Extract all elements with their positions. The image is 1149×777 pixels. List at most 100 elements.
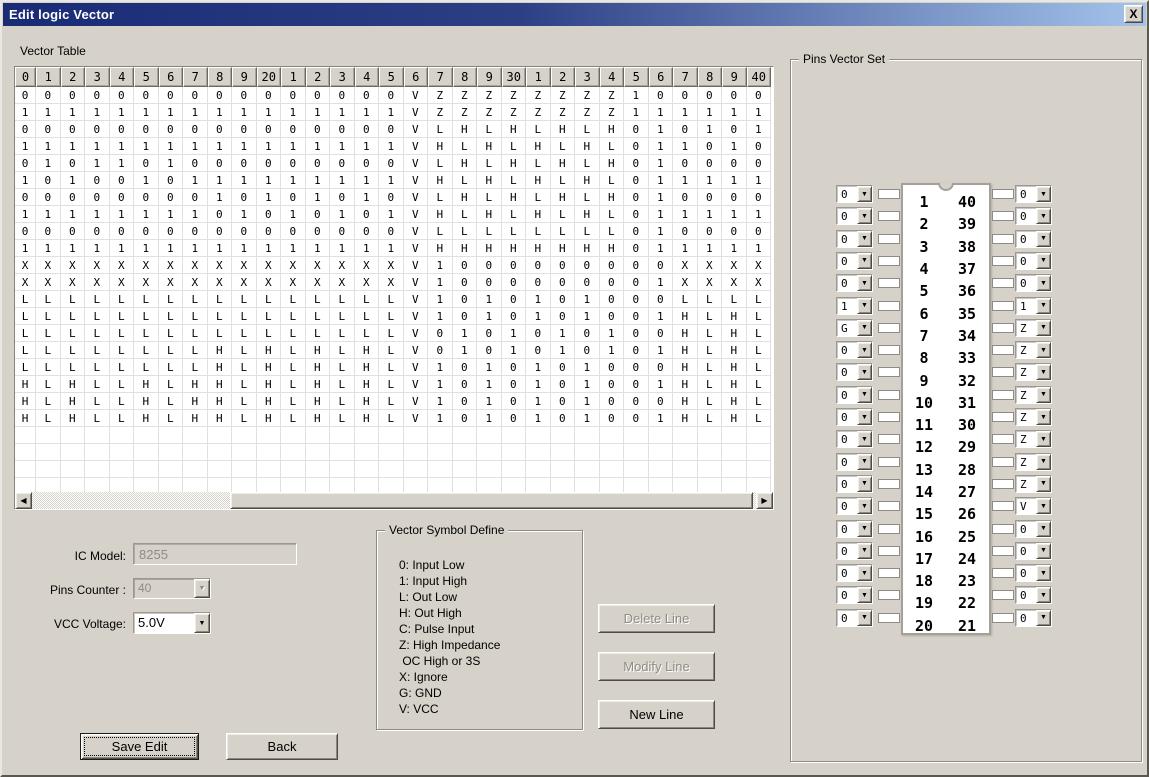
column-header[interactable]: 3 — [330, 67, 355, 87]
vector-cell[interactable]: 0 — [624, 359, 649, 376]
vector-cell[interactable]: Z — [453, 104, 478, 121]
vector-cell[interactable]: L — [15, 342, 36, 359]
vector-cell[interactable]: X — [306, 274, 331, 291]
vector-cell[interactable]: 0 — [306, 206, 331, 223]
dropdown-arrow-icon[interactable]: ▼ — [857, 498, 872, 514]
vector-cell[interactable]: L — [85, 359, 110, 376]
vector-cell[interactable]: L — [698, 410, 723, 427]
vector-cell[interactable]: V — [404, 240, 429, 257]
vector-cell[interactable]: L — [159, 410, 184, 427]
vector-cell[interactable]: 1 — [453, 342, 478, 359]
dropdown-arrow-icon[interactable]: ▼ — [1036, 454, 1051, 470]
vector-cell[interactable]: 1 — [722, 138, 747, 155]
vector-cell[interactable]: L — [502, 172, 527, 189]
vector-cell[interactable]: 0 — [624, 155, 649, 172]
vector-cell[interactable]: 0 — [502, 393, 527, 410]
vector-cell[interactable]: H — [453, 155, 478, 172]
vector-cell[interactable]: 0 — [624, 240, 649, 257]
pin-combo-right-34[interactable]: Z▼ — [1015, 319, 1052, 337]
vector-cell[interactable]: L — [183, 291, 208, 308]
vector-cell[interactable]: 1 — [698, 206, 723, 223]
vector-cell[interactable]: L — [134, 342, 159, 359]
vector-cell[interactable]: H — [526, 206, 551, 223]
vector-cell[interactable]: X — [110, 257, 135, 274]
vector-cell[interactable]: 0 — [134, 87, 159, 104]
vector-cell[interactable]: 1 — [159, 155, 184, 172]
vector-cell[interactable]: 0 — [673, 223, 698, 240]
vector-cell[interactable]: 1 — [281, 240, 306, 257]
vector-cell[interactable]: X — [183, 257, 208, 274]
vector-cell[interactable]: 0 — [649, 87, 674, 104]
vector-cell[interactable]: X — [673, 274, 698, 291]
vector-cell[interactable]: Z — [551, 87, 576, 104]
dropdown-arrow-icon[interactable]: ▼ — [1036, 342, 1051, 358]
column-header[interactable]: 6 — [649, 67, 674, 87]
vector-cell[interactable]: 1 — [355, 189, 380, 206]
vector-cell[interactable]: H — [15, 376, 36, 393]
dropdown-arrow-icon[interactable]: ▼ — [1036, 498, 1051, 514]
pin-combo-right-29[interactable]: Z▼ — [1015, 430, 1052, 448]
vector-cell[interactable]: V — [404, 325, 429, 342]
vector-cell[interactable]: X — [36, 257, 61, 274]
vector-cell[interactable]: 1 — [36, 104, 61, 121]
vector-cell[interactable]: 0 — [502, 257, 527, 274]
vector-cell[interactable]: 0 — [110, 223, 135, 240]
vector-cell[interactable]: 0 — [624, 342, 649, 359]
vector-cell[interactable]: 0 — [551, 308, 576, 325]
vector-cell[interactable]: 0 — [306, 87, 331, 104]
vector-cell[interactable]: 0 — [110, 172, 135, 189]
dropdown-arrow-icon[interactable]: ▼ — [194, 613, 210, 633]
vector-cell[interactable]: 1 — [379, 138, 404, 155]
vector-cell[interactable]: V — [404, 223, 429, 240]
vector-cell[interactable]: H — [306, 376, 331, 393]
vector-cell[interactable]: L — [747, 393, 772, 410]
vector-cell[interactable]: X — [85, 257, 110, 274]
vector-cell[interactable]: 1 — [15, 104, 36, 121]
vector-cell[interactable]: L — [36, 291, 61, 308]
dropdown-arrow-icon[interactable]: ▼ — [1036, 320, 1051, 336]
vector-cell[interactable]: 1 — [649, 138, 674, 155]
vector-cell[interactable]: 1 — [208, 189, 233, 206]
vector-cell[interactable]: 0 — [281, 155, 306, 172]
vector-cell[interactable]: X — [747, 257, 772, 274]
vector-cell[interactable]: 1 — [159, 138, 184, 155]
vector-cell[interactable]: 1 — [649, 342, 674, 359]
vector-cell[interactable]: 0 — [379, 121, 404, 138]
vector-cell[interactable]: 0 — [208, 87, 233, 104]
vector-cell[interactable]: L — [600, 172, 625, 189]
vector-cell[interactable]: 1 — [330, 206, 355, 223]
vector-cell[interactable]: 1 — [85, 240, 110, 257]
vector-cell[interactable]: 1 — [257, 138, 282, 155]
vector-cell[interactable]: L — [61, 308, 86, 325]
vector-cell[interactable]: L — [600, 223, 625, 240]
dropdown-arrow-icon[interactable]: ▼ — [194, 579, 210, 598]
vector-cell[interactable]: H — [61, 393, 86, 410]
vector-cell[interactable]: 1 — [526, 393, 551, 410]
vector-cell[interactable]: 0 — [36, 223, 61, 240]
vector-cell[interactable]: 1 — [355, 172, 380, 189]
vector-cell[interactable]: 0 — [649, 325, 674, 342]
vector-cell[interactable]: H — [673, 342, 698, 359]
vector-cell[interactable]: 0 — [453, 291, 478, 308]
column-header[interactable]: 7 — [183, 67, 208, 87]
vector-cell[interactable]: L — [526, 121, 551, 138]
dropdown-arrow-icon[interactable]: ▼ — [857, 587, 872, 603]
dropdown-arrow-icon[interactable]: ▼ — [857, 231, 872, 247]
vector-cell[interactable]: H — [257, 359, 282, 376]
vector-cell[interactable]: X — [355, 274, 380, 291]
vector-cell[interactable]: 1 — [453, 325, 478, 342]
vector-cell[interactable]: 1 — [649, 189, 674, 206]
vector-cell[interactable]: L — [281, 342, 306, 359]
vector-cell[interactable]: L — [526, 155, 551, 172]
vector-cell[interactable]: H — [526, 240, 551, 257]
vector-cell[interactable]: L — [575, 189, 600, 206]
vector-cell[interactable]: L — [61, 359, 86, 376]
vector-cell[interactable]: L — [110, 308, 135, 325]
vector-cell[interactable]: 1 — [649, 308, 674, 325]
vector-cell[interactable]: L — [110, 376, 135, 393]
vector-cell[interactable]: H — [208, 342, 233, 359]
vector-cell[interactable]: 0 — [134, 189, 159, 206]
vector-cell[interactable]: L — [232, 342, 257, 359]
vector-cell[interactable]: 1 — [110, 155, 135, 172]
vector-cell[interactable]: 1 — [624, 87, 649, 104]
